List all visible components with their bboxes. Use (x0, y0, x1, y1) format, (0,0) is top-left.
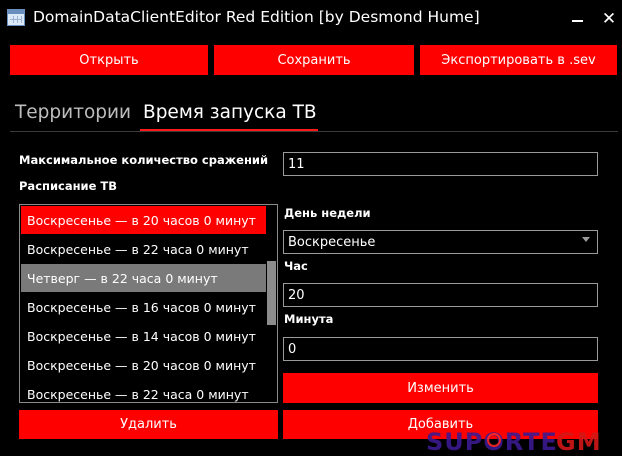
list-item[interactable]: Воскресенье — в 20 часов 0 минут (21, 351, 266, 379)
tab-tv-launch-time[interactable]: Время запуска ТВ (143, 102, 317, 123)
list-item[interactable]: Воскресенье — в 14 часов 0 минут (21, 322, 266, 350)
weekday-label: День недели (284, 206, 371, 220)
minimize-button[interactable] (564, 6, 592, 32)
watermark-logo: SUPORTE GM (426, 428, 602, 456)
change-button[interactable]: Изменить (283, 373, 598, 403)
svg-text:GM: GM (556, 428, 602, 456)
list-item[interactable]: Четверг — в 22 часа 0 минут (21, 264, 266, 292)
list-item[interactable]: Воскресенье — в 22 часа 0 минут (21, 380, 266, 402)
schedule-label: Расписание ТВ (19, 179, 118, 193)
close-button[interactable]: ✕ (595, 6, 622, 32)
max-battles-input[interactable]: 11 (283, 152, 598, 176)
hour-input[interactable]: 20 (283, 283, 598, 307)
max-battles-label: Максимальное количество сражений (19, 153, 269, 167)
minute-input[interactable]: 0 (283, 337, 598, 361)
chevron-down-icon[interactable] (582, 237, 590, 242)
svg-text:SUPORTE: SUPORTE (426, 428, 558, 456)
minimize-icon (572, 20, 583, 22)
active-tab-indicator (140, 129, 318, 131)
list-item[interactable]: Воскресенье — в 20 часов 0 минут (21, 206, 266, 234)
app-table-icon (7, 9, 25, 26)
open-button[interactable]: Открыть (10, 45, 208, 75)
tab-territories[interactable]: Территории (15, 102, 131, 123)
list-item[interactable]: Воскресенье — в 22 часа 0 минут (21, 235, 266, 263)
delete-button[interactable]: Удалить (19, 410, 278, 439)
export-sev-button[interactable]: Экспортировать в .sev (420, 45, 617, 75)
window-title: DomainDataClientEditor Red Edition [by D… (33, 8, 480, 26)
list-item[interactable]: Воскресенье — в 16 часов 0 минут (21, 293, 266, 321)
weekday-select[interactable]: Воскресенье (283, 230, 598, 254)
list-scrollbar-thumb[interactable] (267, 261, 276, 325)
tab-divider (10, 131, 618, 132)
minute-label: Минута (284, 312, 334, 326)
hour-label: Час (284, 259, 308, 273)
save-button[interactable]: Сохранить (214, 45, 414, 75)
schedule-list[interactable]: Воскресенье — в 20 часов 0 минут Воскрес… (19, 204, 278, 403)
